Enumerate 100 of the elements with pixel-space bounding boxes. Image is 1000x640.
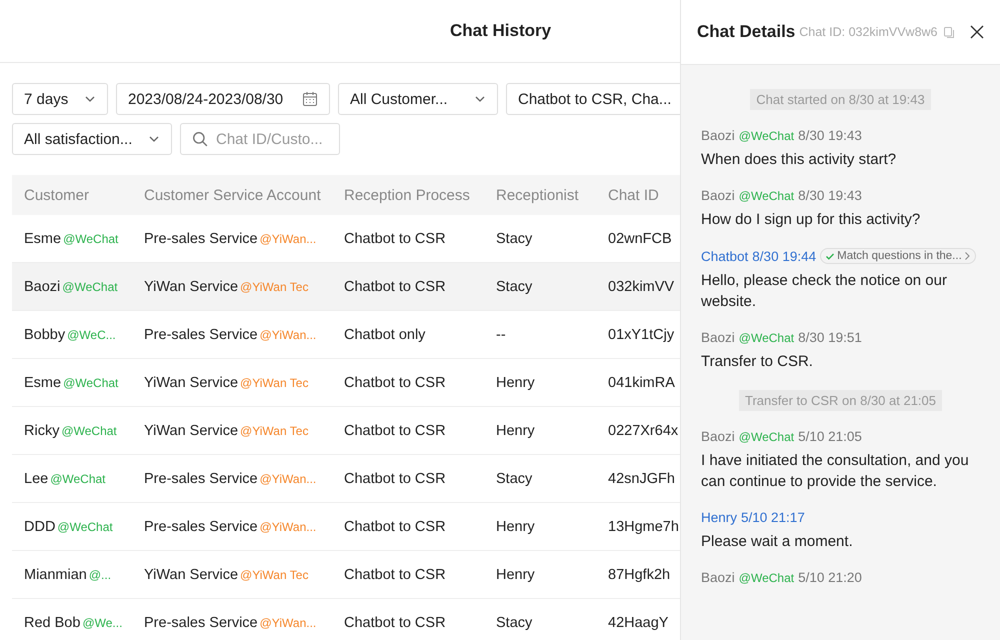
close-icon[interactable]: [970, 25, 984, 39]
channel-label: @We...: [82, 616, 122, 630]
channel-label: @WeChat: [61, 424, 117, 438]
table-cell: Chatbot to CSR: [344, 422, 446, 438]
channel-label: @WeChat: [738, 188, 794, 202]
match-tag[interactable]: Match questions in the...: [820, 248, 976, 264]
table-cell: Chatbot to CSR: [344, 518, 446, 534]
page-title: Chat History: [450, 21, 552, 41]
message-time: 8/30 19:43: [798, 128, 862, 143]
account-name: YiWan Service: [144, 422, 238, 438]
organization-label: @YiWan...: [260, 232, 316, 246]
message-text: Hello, please check the notice on our website.: [701, 271, 948, 312]
channel-label: @WeC...: [67, 328, 116, 342]
table-cell: 041kimRA: [608, 374, 675, 390]
table-cell: 87Hgfk2h: [608, 566, 670, 582]
table-row[interactable]: Baozi@WeChat YiWan Service@YiWan Tec Chatbot to CSR Stacy 032kimVV: [12, 263, 680, 311]
customer-name: Esme: [24, 374, 62, 390]
chevron-right-icon: [964, 252, 970, 260]
organization-label: @YiWan...: [260, 472, 316, 486]
table-cell: Chatbot to CSR: [344, 614, 446, 630]
account-name: Pre-sales Service: [144, 470, 258, 486]
organization-label: @YiWan Tec: [240, 280, 308, 294]
sender-name: Baozi: [701, 570, 735, 585]
filter-dropdown[interactable]: 7 days: [12, 83, 108, 115]
table-row[interactable]: DDD@WeChat Pre-sales Service@YiWan... Chatbot to CSR Henry 13Hgme7h: [12, 503, 680, 551]
filter-dropdown[interactable]: All Customer...: [338, 83, 498, 115]
table-cell: Chatbot to CSR: [344, 566, 446, 582]
table-cell: 032kimVV: [608, 278, 674, 294]
date-range-field[interactable]: 2023/08/24-2023/08/30: [116, 83, 330, 115]
filter-dropdown[interactable]: All satisfaction...: [12, 123, 172, 155]
panel-title: Chat Details: [697, 22, 796, 42]
organization-label: @YiWan Tec: [240, 424, 308, 438]
table-cell: Chatbot to CSR: [344, 230, 446, 246]
organization-label: @YiWan Tec: [240, 568, 308, 582]
organization-label: @YiWan...: [260, 328, 316, 342]
account-name: Pre-sales Service: [144, 518, 258, 534]
channel-label: @WeChat: [738, 330, 794, 344]
chat-id-label: Chat ID: 032kimVVw8w6: [799, 25, 938, 39]
table-cell: 01xY1tCjy: [608, 326, 674, 342]
customer-name: Baozi: [24, 278, 60, 294]
message-text: Please wait a moment.: [701, 532, 854, 552]
customer-name: Mianmian: [24, 566, 87, 582]
table-cell: 0227Xr64x: [608, 422, 678, 438]
table-row[interactable]: Esme@WeChat YiWan Service@YiWan Tec Chatbot to CSR Henry 041kimRA: [12, 359, 680, 407]
organization-label: @YiWan...: [260, 616, 316, 630]
search-icon: [192, 131, 208, 147]
organization-label: @YiWan...: [260, 520, 316, 534]
system-notice: Chat started on 8/30 at 19:43: [750, 89, 931, 110]
customer-name: Ricky: [24, 422, 60, 438]
table-row[interactable]: Bobby@WeC... Pre-sales Service@YiWan... Chatbot only -- 01xY1tCjy: [12, 311, 680, 359]
message-time: 8/30 19:43: [798, 188, 862, 203]
table-cell: Henry: [496, 422, 535, 438]
account-name: YiWan Service: [144, 566, 238, 582]
table-cell: Henry: [496, 518, 535, 534]
customer-name: Red Bob: [24, 614, 80, 630]
channel-label: @WeChat: [50, 472, 106, 486]
filter-dropdown[interactable]: Chatbot to CSR, Cha...: [506, 83, 680, 115]
customer-name: Esme: [24, 230, 62, 246]
column-header: Customer: [23, 186, 90, 204]
message-text: How do I sign up for this activity?: [701, 210, 922, 230]
table-cell: Henry: [496, 566, 535, 582]
table-row[interactable]: Ricky@WeChat YiWan Service@YiWan Tec Chatbot to CSR Henry 0227Xr64x: [12, 407, 680, 455]
channel-label: @...: [88, 568, 112, 582]
table-cell: --: [496, 326, 506, 342]
message-time: 5/10 21:20: [798, 570, 862, 585]
table-cell: Chatbot to CSR: [344, 374, 446, 390]
channel-label: @WeChat: [57, 520, 113, 534]
table-cell: Henry: [496, 374, 535, 390]
sender-name: Chatbot: [701, 248, 748, 264]
sender-name: Baozi: [701, 128, 735, 143]
system-notice: Transfer to CSR on 8/30 at 21:05: [738, 390, 942, 411]
account-name: Pre-sales Service: [144, 614, 258, 630]
channel-label: @WeChat: [738, 570, 794, 584]
table-cell: Stacy: [496, 278, 532, 294]
channel-label: @WeChat: [62, 280, 118, 294]
table-cell: Stacy: [496, 614, 532, 630]
sender-name: Henry: [701, 510, 738, 525]
channel-label: @WeChat: [63, 376, 118, 390]
table-cell: Chatbot to CSR: [344, 278, 446, 294]
column-header: Receptionist: [495, 186, 580, 204]
check-icon: [826, 252, 834, 260]
calendar-icon: [302, 91, 318, 107]
message-time: 8/30 19:51: [798, 330, 862, 345]
table-cell: Chatbot only: [344, 326, 426, 342]
sender-name: Baozi: [701, 330, 735, 345]
message-text: I have initiated the consultation, and you can continue to provide the service.: [701, 451, 970, 492]
table-row[interactable]: Mianmian@... YiWan Service@YiWan Tec Chatbot to CSR Henry 87Hgfk2h: [12, 551, 680, 599]
column-header: Chat ID: [607, 186, 660, 204]
table-cell: 42snJGFh: [608, 470, 675, 486]
account-name: Pre-sales Service: [144, 230, 258, 246]
column-header: Reception Process: [343, 186, 471, 204]
organization-label: @YiWan Tec: [240, 376, 308, 390]
search-field[interactable]: Chat ID/Custo...: [180, 123, 340, 155]
sender-name: Baozi: [701, 429, 735, 444]
customer-name: Lee: [24, 470, 48, 486]
message-text: When does this activity start?: [701, 150, 898, 170]
table-cell: 42HaagY: [608, 614, 668, 630]
message-text: Transfer to CSR.: [701, 352, 814, 372]
message-time: 8/30 19:44: [752, 248, 816, 264]
table-row[interactable]: Lee@WeChat Pre-sales Service@YiWan... Chatbot to CSR Stacy 42snJGFh: [12, 455, 680, 503]
